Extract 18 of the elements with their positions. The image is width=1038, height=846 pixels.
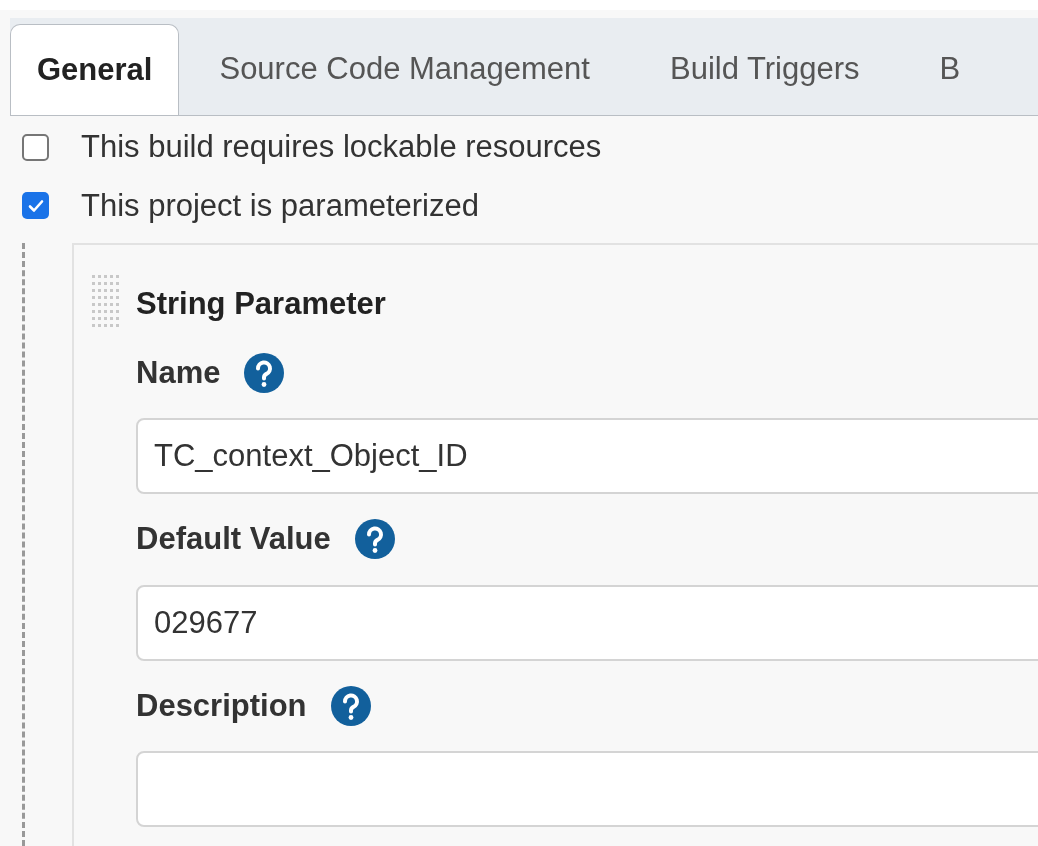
checkbox[interactable] bbox=[22, 192, 49, 220]
field-label: Description bbox=[136, 686, 307, 725]
help-icon[interactable] bbox=[354, 519, 395, 560]
input-field[interactable]: TC_context_Object_ID bbox=[136, 418, 1038, 494]
field-label: Default Value bbox=[136, 520, 331, 558]
option-label: This project is parameterized bbox=[81, 186, 479, 225]
tab[interactable]: B bbox=[899, 23, 1001, 115]
help-icon[interactable] bbox=[330, 685, 371, 726]
tab[interactable]: Source Code Management bbox=[179, 23, 630, 115]
input-field[interactable]: 029677 bbox=[136, 584, 1038, 661]
tab[interactable]: General bbox=[10, 24, 180, 115]
help-icon[interactable] bbox=[244, 352, 285, 393]
input-field[interactable] bbox=[136, 751, 1038, 827]
checkbox[interactable] bbox=[22, 133, 49, 161]
tab[interactable]: Build Triggers bbox=[629, 23, 900, 115]
section-title: String Parameter bbox=[136, 285, 387, 323]
option-label: This build requires lockable resources bbox=[81, 128, 602, 166]
field-label: Name bbox=[136, 353, 221, 392]
